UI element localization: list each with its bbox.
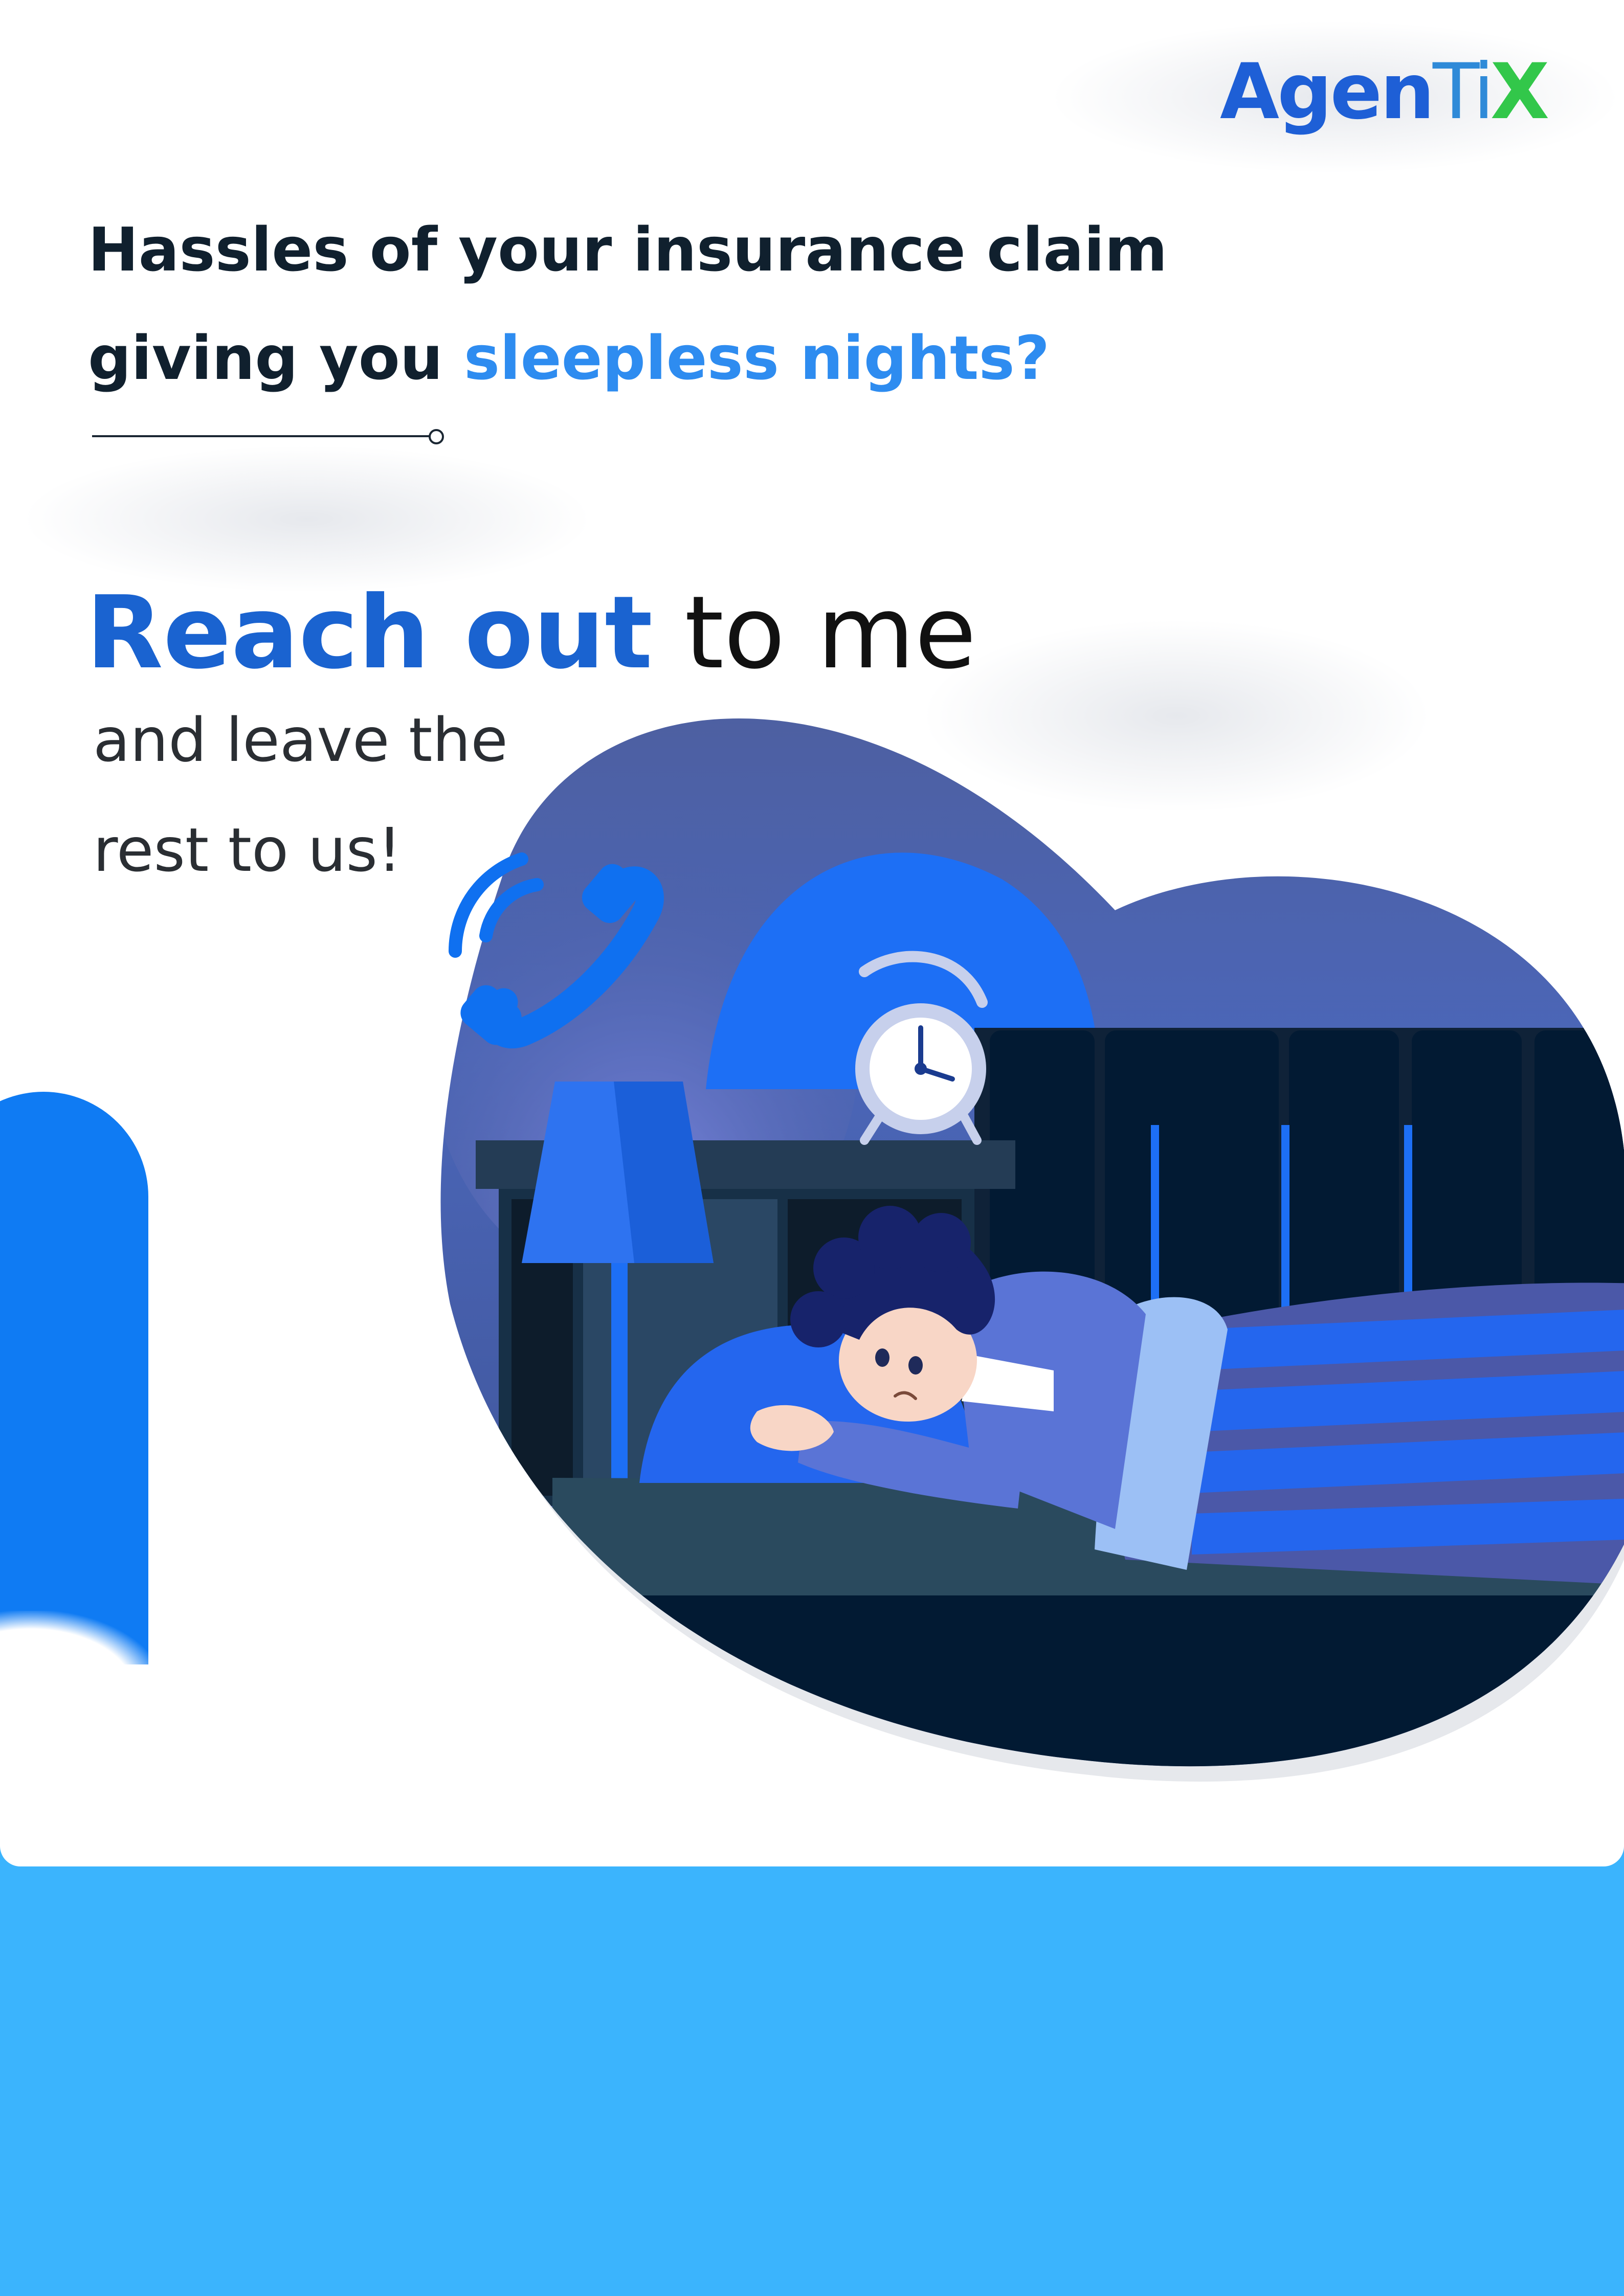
- blanket: [1095, 1282, 1624, 1585]
- sleepless-night-illustration: [440, 718, 1624, 1782]
- poster-card: Agen Ti X Hassles of your insurance clai…: [0, 0, 1624, 1866]
